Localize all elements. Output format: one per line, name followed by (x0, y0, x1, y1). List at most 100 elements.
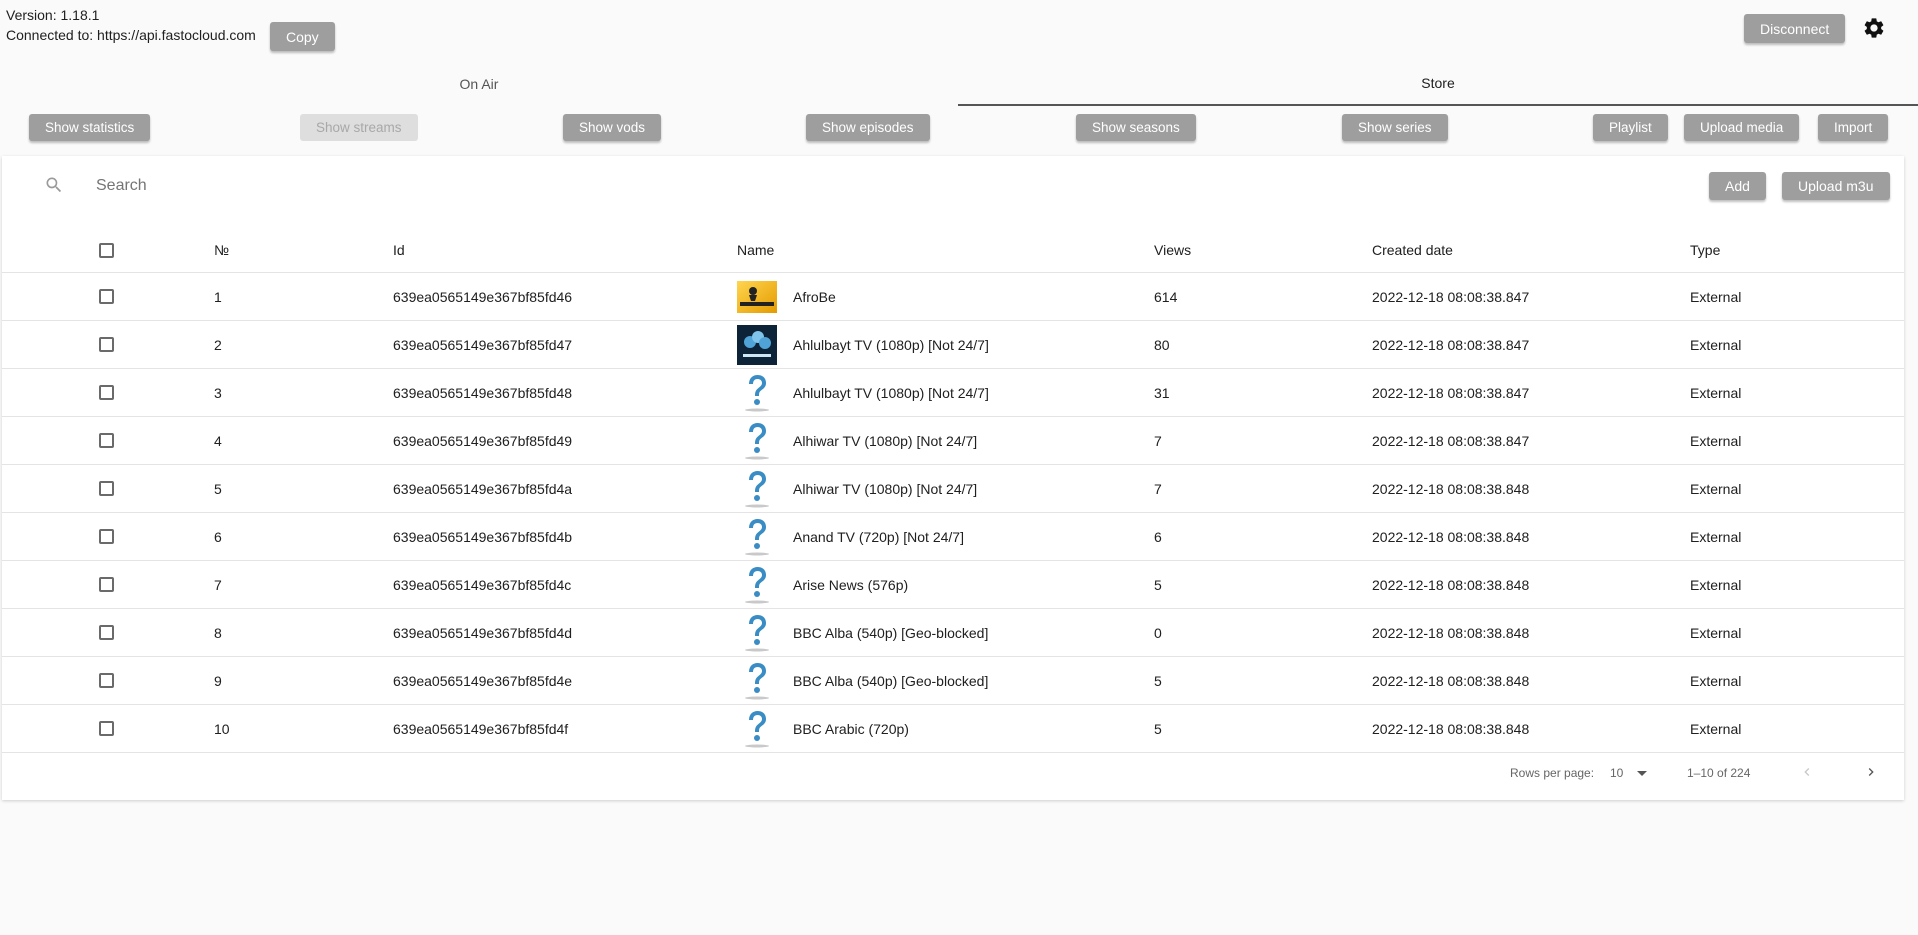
table-row[interactable]: 7 639ea0565149e367bf85fd4c Arise News (576… (2, 561, 1904, 609)
question-icon (737, 421, 777, 461)
row-id: 639ea0565149e367bf85fd4c (393, 576, 572, 593)
row-type: External (1690, 336, 1742, 353)
table-row[interactable]: 9 639ea0565149e367bf85fd4e BBC Alba (540p)… (2, 657, 1904, 705)
column-header-created-date[interactable]: Created date (1372, 228, 1453, 272)
table-row[interactable]: 1 639ea0565149e367bf85fd46 AfroBe 614 2022-1… (2, 273, 1904, 321)
row-name: BBC Arabic (720p) (793, 720, 909, 737)
row-id: 639ea0565149e367bf85fd4e (393, 672, 573, 689)
copy-button[interactable]: Copy (270, 22, 335, 51)
row-name: Alhiwar TV (1080p) [Not 24/7] (793, 432, 978, 449)
row-checkbox[interactable] (99, 289, 114, 304)
show-statistics-button[interactable]: Show statistics (29, 114, 151, 141)
table-row[interactable]: 2 639ea0565149e367bf85fd47 Ahlulbayt TV (1… (2, 321, 1904, 369)
table-row[interactable]: 6 639ea0565149e367bf85fd4b Anand TV (720p)… (2, 513, 1904, 561)
row-checkbox[interactable] (99, 481, 114, 496)
dropdown-arrow-icon (1637, 766, 1648, 780)
row-type: External (1690, 288, 1742, 305)
row-type: External (1690, 720, 1742, 737)
show-episodes-button[interactable]: Show episodes (806, 114, 930, 141)
table-row[interactable]: 8 639ea0565149e367bf85fd4d BBC Alba (540p)… (2, 609, 1904, 657)
next-page-icon[interactable] (1863, 764, 1879, 783)
row-checkbox[interactable] (99, 721, 114, 736)
add-button[interactable]: Add (1709, 172, 1766, 200)
row-views: 5 (1154, 720, 1162, 737)
row-name: BBC Alba (540p) [Geo-blocked] (793, 672, 989, 689)
row-views: 31 (1154, 384, 1170, 401)
row-id: 639ea0565149e367bf85fd4b (393, 528, 573, 545)
question-icon (737, 469, 777, 509)
question-icon (737, 517, 777, 557)
question-icon (737, 565, 777, 605)
upload-media-button[interactable]: Upload media (1684, 114, 1800, 141)
playlist-button[interactable]: Playlist (1593, 114, 1668, 141)
row-type: External (1690, 672, 1742, 689)
column-header-id[interactable]: Id (393, 228, 405, 272)
row-type: External (1690, 576, 1742, 593)
row-created-date: 2022-12-18 08:08:38.847 (1372, 432, 1530, 449)
row-id: 639ea0565149e367bf85fd4f (393, 720, 569, 737)
table-row[interactable]: 5 639ea0565149e367bf85fd4a Alhiwar TV (108… (2, 465, 1904, 513)
row-created-date: 2022-12-18 08:08:38.848 (1372, 576, 1530, 593)
row-views: 614 (1154, 288, 1178, 305)
tab-store[interactable]: Store (958, 62, 1918, 106)
row-number: 1 (214, 288, 222, 305)
column-header-type[interactable]: Type (1690, 228, 1720, 272)
row-created-date: 2022-12-18 08:08:38.848 (1372, 672, 1530, 689)
row-views: 0 (1154, 624, 1162, 641)
row-id: 639ea0565149e367bf85fd4d (393, 624, 573, 641)
rows-per-page-select[interactable]: 10 (1610, 766, 1648, 780)
row-checkbox[interactable] (99, 433, 114, 448)
table-row[interactable]: 4 639ea0565149e367bf85fd49 Alhiwar TV (108… (2, 417, 1904, 465)
row-views: 7 (1154, 480, 1162, 497)
row-type: External (1690, 528, 1742, 545)
pagination: Rows per page: 10 1–10 of 224 (2, 756, 1904, 794)
table-header-row: № Id Name Views Created date Type (2, 228, 1904, 273)
show-seasons-button[interactable]: Show seasons (1076, 114, 1196, 141)
row-number: 4 (214, 432, 222, 449)
row-type: External (1690, 480, 1742, 497)
column-header-number[interactable]: № (214, 228, 229, 272)
question-icon (737, 661, 777, 701)
question-icon (737, 709, 777, 749)
row-name: BBC Alba (540p) [Geo-blocked] (793, 624, 989, 641)
disconnect-button[interactable]: Disconnect (1744, 14, 1846, 43)
question-icon (737, 373, 777, 413)
previous-page-icon (1799, 764, 1815, 783)
row-name: AfroBe (793, 288, 836, 305)
pagination-range: 1–10 of 224 (1687, 766, 1751, 780)
row-created-date: 2022-12-18 08:08:38.848 (1372, 480, 1530, 497)
row-checkbox[interactable] (99, 577, 114, 592)
version-text: Version: 1.18.1 (6, 7, 100, 23)
row-checkbox[interactable] (99, 337, 114, 352)
row-type: External (1690, 624, 1742, 641)
row-number: 2 (214, 336, 222, 353)
row-checkbox[interactable] (99, 625, 114, 640)
table-row[interactable]: 3 639ea0565149e367bf85fd48 Ahlulbayt TV (1… (2, 369, 1904, 417)
row-id: 639ea0565149e367bf85fd4a (393, 480, 573, 497)
row-checkbox[interactable] (99, 673, 114, 688)
row-name: Arise News (576p) (793, 576, 909, 593)
row-id: 639ea0565149e367bf85fd47 (393, 336, 573, 353)
row-created-date: 2022-12-18 08:08:38.848 (1372, 528, 1530, 545)
row-views: 80 (1154, 336, 1170, 353)
select-all-checkbox[interactable] (99, 242, 114, 258)
row-checkbox[interactable] (99, 529, 114, 544)
column-header-name[interactable]: Name (737, 228, 774, 272)
search-input[interactable] (94, 176, 498, 196)
row-checkbox[interactable] (99, 385, 114, 400)
column-header-views[interactable]: Views (1154, 228, 1191, 272)
row-number: 8 (214, 624, 222, 641)
import-button[interactable]: Import (1818, 114, 1889, 141)
table-row[interactable]: 10 639ea0565149e367bf85fd4f BBC Arabic (72… (2, 705, 1904, 753)
settings-gear-icon[interactable] (1862, 16, 1886, 40)
show-vods-button[interactable]: Show vods (563, 114, 662, 141)
row-views: 5 (1154, 672, 1162, 689)
row-number: 10 (214, 720, 230, 737)
row-number: 5 (214, 480, 222, 497)
row-id: 639ea0565149e367bf85fd46 (393, 288, 573, 305)
upload-m3u-button[interactable]: Upload m3u (1782, 172, 1890, 200)
show-series-button[interactable]: Show series (1342, 114, 1448, 141)
row-number: 9 (214, 672, 222, 689)
row-created-date: 2022-12-18 08:08:38.847 (1372, 336, 1530, 353)
tab-on-air[interactable]: On Air (0, 62, 958, 106)
